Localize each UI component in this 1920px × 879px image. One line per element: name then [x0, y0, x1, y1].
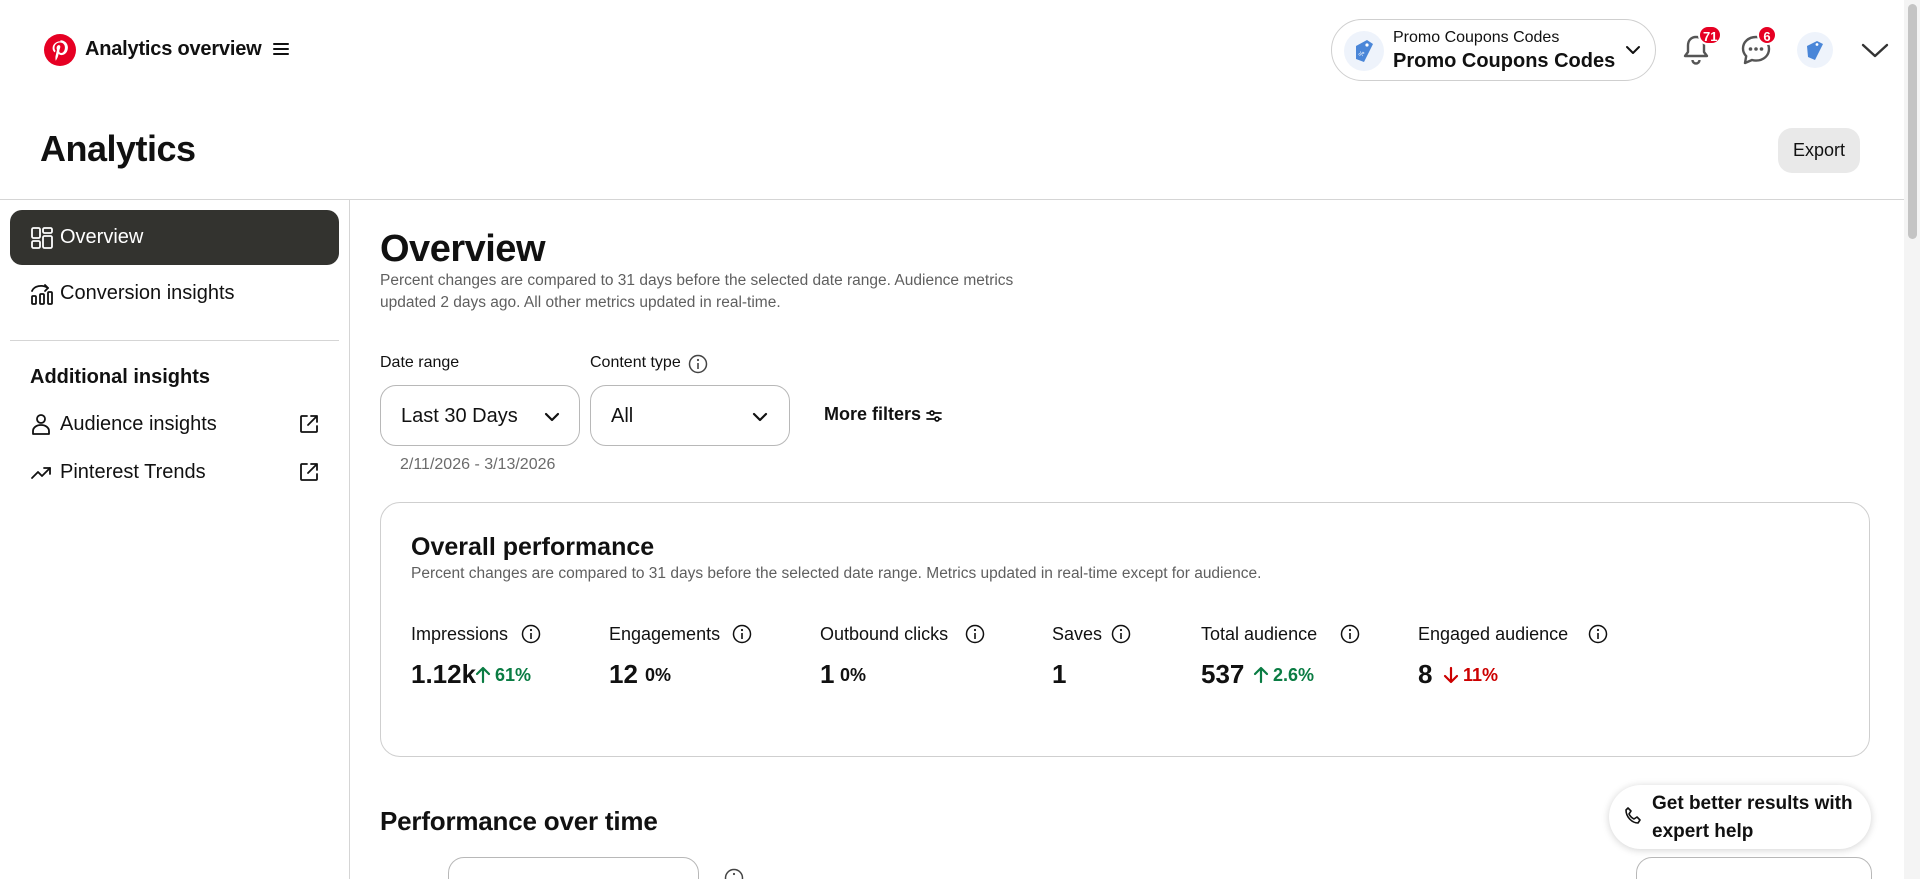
- overview-title: Overview: [380, 228, 546, 270]
- date-range-value: Last 30 Days: [401, 405, 518, 427]
- overall-performance-card: Overall performance Percent changes are …: [380, 502, 1870, 757]
- person-icon: [30, 413, 52, 435]
- metric-change-value: 0%: [840, 665, 867, 685]
- info-icon[interactable]: [732, 624, 752, 644]
- info-icon[interactable]: [724, 867, 744, 879]
- scrollbar-thumb[interactable]: [1908, 4, 1917, 239]
- trend-icon: [30, 461, 52, 483]
- metric-change: 0%: [645, 665, 671, 686]
- metric-label: Outbound clicks: [820, 624, 949, 644]
- metric-label: Engagements: [609, 624, 721, 644]
- sidebar-item-pinterest-trends[interactable]: Pinterest Trends: [10, 453, 339, 493]
- phone-icon: [1623, 806, 1643, 826]
- info-icon[interactable]: [688, 354, 708, 374]
- chevron-down-icon: [1624, 43, 1642, 57]
- app-title: Analytics overview: [85, 38, 262, 60]
- sidebar-item-overview[interactable]: Overview: [10, 210, 339, 265]
- grid-icon: [30, 226, 54, 250]
- external-link-icon: [298, 461, 320, 483]
- info-icon[interactable]: [965, 624, 985, 644]
- chevron-down-icon: [543, 410, 561, 424]
- account-avatar: %: [1344, 31, 1384, 71]
- metric-value: 1.12k: [411, 659, 477, 689]
- sidebar-item-label: Conversion insights: [60, 282, 235, 304]
- page-scrollbar[interactable]: [1904, 0, 1920, 879]
- metric-value: 8: [1418, 659, 1433, 689]
- sidebar-item-label: Pinterest Trends: [60, 461, 206, 483]
- messages-badge: 6: [1757, 25, 1777, 45]
- arrow-down-icon: [1443, 666, 1459, 684]
- content-type-value: All: [611, 405, 634, 427]
- info-icon[interactable]: [1588, 624, 1608, 644]
- content-type-select[interactable]: All: [590, 385, 790, 446]
- content-type-label: Content type: [590, 354, 681, 371]
- metric-change: 2.6%: [1253, 665, 1314, 686]
- metric-change-value: 2.6%: [1273, 665, 1315, 685]
- sidebar-item-label: Audience insights: [60, 413, 217, 435]
- date-range-hint: 2/11/2026 - 3/13/2026: [400, 456, 556, 473]
- arrow-up-icon: [475, 666, 491, 684]
- external-link-icon: [298, 413, 320, 435]
- metric-select[interactable]: [448, 857, 699, 879]
- metric-change-value: 61%: [495, 665, 532, 685]
- info-icon[interactable]: [1340, 624, 1360, 644]
- overview-description: Percent changes are compared to 31 days …: [380, 272, 1014, 311]
- top-header: Analytics overview % Promo Coupons Codes…: [0, 0, 1900, 100]
- overall-performance-title: Overall performance: [411, 533, 655, 561]
- filters-icon: [924, 406, 944, 426]
- metric-value: 1: [1052, 659, 1067, 689]
- split-by-select[interactable]: [1636, 857, 1872, 879]
- overall-performance-description: Percent changes are compared to 31 days …: [411, 565, 1262, 582]
- header-divider: [0, 199, 1904, 200]
- chevron-down-icon: [751, 410, 769, 424]
- metric-label: Impressions: [411, 624, 509, 644]
- account-name-small: Promo Coupons Codes: [1393, 29, 1560, 46]
- user-avatar[interactable]: [1797, 32, 1833, 68]
- account-menu-chevron-icon[interactable]: [1860, 40, 1890, 60]
- date-range-label: Date range: [380, 354, 460, 371]
- conversion-icon: [30, 282, 54, 306]
- notifications-badge: 71: [1698, 25, 1723, 45]
- metric-change: 11%: [1443, 665, 1498, 686]
- more-filters-button[interactable]: More filters: [824, 404, 942, 428]
- sidebar-item-label: Overview: [60, 226, 144, 248]
- sidebar-item-conversion-insights[interactable]: Conversion insights: [10, 266, 339, 321]
- info-icon[interactable]: [1111, 624, 1131, 644]
- metric-value: 12: [609, 659, 638, 689]
- metric-label: Engaged audience: [1418, 624, 1569, 644]
- metric-change: 61%: [475, 665, 531, 686]
- expert-help-button[interactable]: Get better results with expert help: [1609, 785, 1871, 849]
- metric-change: 0%: [840, 665, 866, 686]
- metric-change-value: 0%: [645, 665, 672, 685]
- pinterest-logo-icon[interactable]: [44, 34, 76, 66]
- sidebar-divider: [349, 200, 350, 879]
- account-name: Promo Coupons Codes: [1393, 50, 1616, 72]
- info-icon[interactable]: [521, 624, 541, 644]
- account-switcher[interactable]: % Promo Coupons Codes Promo Coupons Code…: [1331, 19, 1656, 81]
- metric-change-value: 11%: [1463, 665, 1499, 685]
- date-range-select[interactable]: Last 30 Days: [380, 385, 580, 446]
- additional-insights-heading: Additional insights: [30, 366, 210, 388]
- metric-value: 537: [1201, 659, 1245, 689]
- sidebar-item-audience-insights[interactable]: Audience insights: [10, 405, 339, 445]
- export-button[interactable]: Export: [1778, 128, 1860, 173]
- metric-label: Total audience: [1201, 624, 1318, 644]
- arrow-up-icon: [1253, 666, 1269, 684]
- sidebar-separator: [10, 340, 339, 341]
- hamburger-menu-icon[interactable]: [272, 40, 290, 58]
- performance-over-time-title: Performance over time: [380, 806, 658, 836]
- metric-label: Saves: [1052, 624, 1103, 644]
- metric-value: 1: [820, 659, 835, 689]
- expert-help-label: Get better results with expert help: [1652, 793, 1853, 842]
- more-filters-label: More filters: [824, 404, 922, 424]
- page-title: Analytics: [40, 128, 196, 169]
